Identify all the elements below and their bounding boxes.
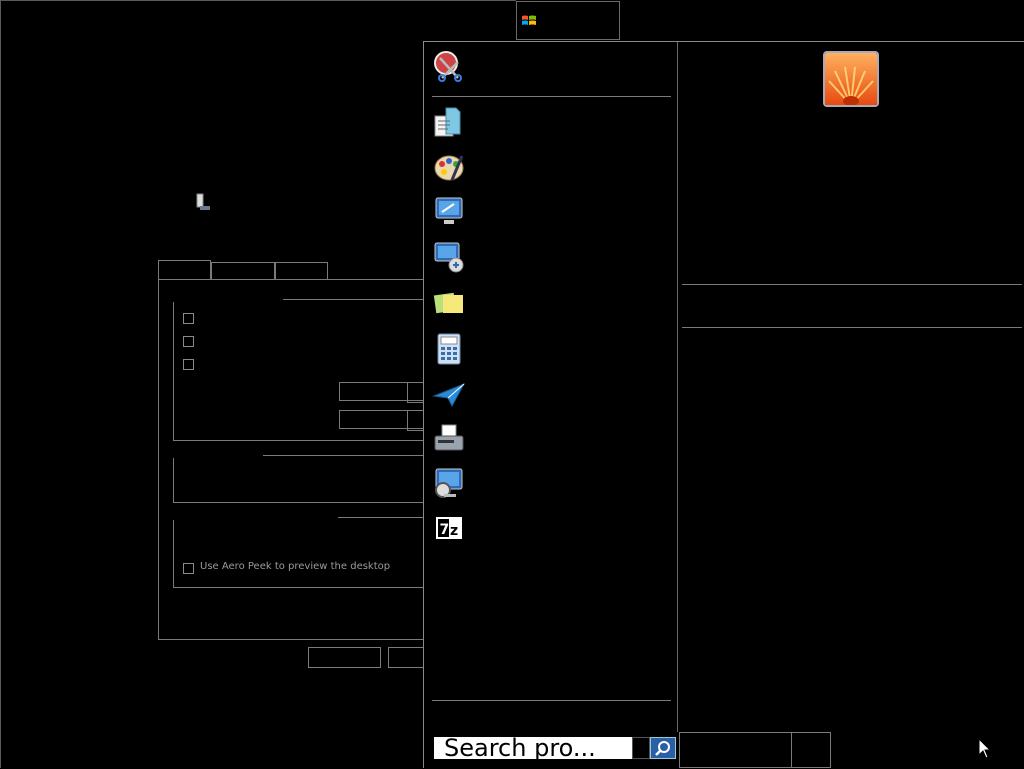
cancel-button[interactable]: [388, 647, 428, 668]
places-pane: [678, 42, 1024, 769]
shut-down-button[interactable]: [679, 732, 792, 768]
tab-toolbars[interactable]: [275, 262, 328, 280]
recent-item-calculator[interactable]: [432, 332, 466, 366]
search-icon[interactable]: [650, 737, 676, 759]
calculator-icon: [437, 333, 461, 365]
tab-navigation[interactable]: [211, 262, 275, 280]
aero-peek-checkbox[interactable]: [183, 563, 194, 574]
recent-item-paint[interactable]: [432, 150, 466, 184]
taskbar-icon: [194, 193, 210, 211]
notification-area-group: [173, 454, 425, 503]
windows-flag-icon: [522, 15, 536, 25]
recent-item-fax-scan[interactable]: [432, 422, 466, 456]
lock-taskbar-checkbox[interactable]: [183, 313, 194, 324]
small-icons-checkbox[interactable]: [183, 359, 194, 370]
taskbar-location-select[interactable]: [339, 382, 429, 403]
separator: [432, 96, 671, 97]
mouse-cursor-icon: [978, 737, 992, 760]
search-clear-area: [632, 737, 650, 759]
svg-text:z: z: [450, 523, 458, 539]
auto-hide-checkbox[interactable]: [183, 336, 194, 347]
shut-down-options-button[interactable]: [791, 732, 831, 768]
search-input[interactable]: [434, 737, 642, 759]
recent-item-sticky-notes[interactable]: [432, 286, 466, 320]
start-menu: 7 z: [423, 41, 1024, 768]
start-button[interactable]: [516, 1, 620, 40]
recent-item-mail[interactable]: [432, 378, 466, 412]
paper-plane-icon: [432, 383, 466, 408]
recent-item-wordpad[interactable]: [432, 104, 466, 138]
recent-item-magnifier[interactable]: [432, 466, 466, 500]
svg-text:7: 7: [440, 522, 450, 538]
preview-desktop-group: [173, 516, 425, 588]
separator: [682, 327, 1022, 328]
7zip-icon: 7 z: [436, 517, 462, 539]
pinned-item-snipping-tool[interactable]: [432, 50, 466, 84]
remote-desktop-icon: [435, 197, 463, 224]
user-picture-avatar[interactable]: [823, 51, 879, 107]
aero-peek-label: Use Aero Peek to preview the desktop: [200, 561, 391, 572]
wordpad-doc-icon: [434, 107, 461, 137]
ok-button[interactable]: [308, 647, 381, 668]
recent-item-7zip[interactable]: 7 z: [432, 512, 466, 546]
programs-pane: 7 z: [424, 42, 678, 759]
recent-item-remote-desktop[interactable]: [432, 194, 466, 228]
tab-taskbar[interactable]: [158, 260, 211, 280]
computer-magnifier-icon: [435, 468, 463, 498]
recent-item-remote-assistance[interactable]: [432, 240, 466, 274]
search-box[interactable]: [430, 735, 676, 761]
remote-assistance-icon: [434, 242, 464, 273]
snipping-tool-icon: [434, 51, 462, 82]
taskbar-buttons-select[interactable]: [339, 410, 429, 431]
sticky-notes-icon: [433, 292, 463, 314]
separator: [682, 284, 1022, 285]
separator: [432, 700, 671, 701]
paint-palette-icon: [434, 155, 464, 181]
fax-scan-icon: [434, 424, 464, 451]
